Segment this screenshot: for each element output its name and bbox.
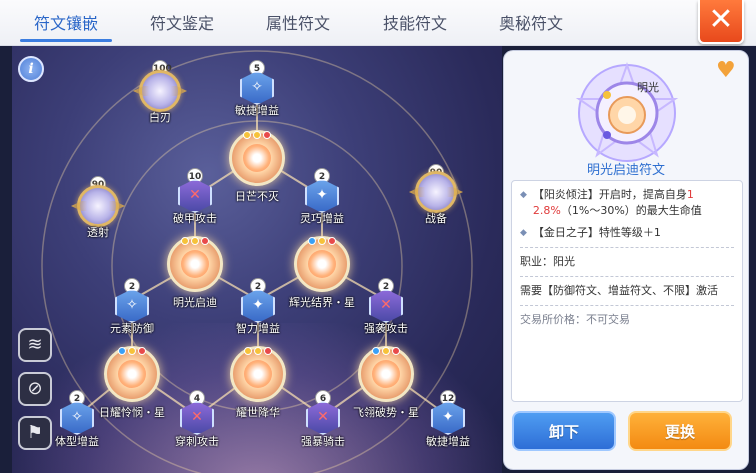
rune-icon bbox=[229, 130, 285, 186]
node-label: 元素防御 bbox=[110, 322, 154, 335]
diamond-icon: ◆ bbox=[520, 190, 527, 200]
node-label: 体型增益 bbox=[55, 435, 99, 448]
info-button[interactable]: i bbox=[18, 56, 44, 82]
divider bbox=[520, 247, 734, 248]
divider bbox=[520, 276, 734, 277]
node-label: 透射 bbox=[87, 226, 109, 239]
diamond-icon: ◆ bbox=[520, 228, 527, 238]
node-label: 灵巧增益 bbox=[300, 212, 344, 225]
node-label: 敏捷增益 bbox=[235, 104, 279, 117]
close-button[interactable]: ✕ bbox=[698, 0, 744, 44]
tab-attribute-rune[interactable]: 属性符文 bbox=[252, 10, 344, 36]
node-label: 日芒不灭 bbox=[235, 190, 279, 203]
node-label: 强袭攻击 bbox=[364, 322, 408, 335]
emblem-text: 明光 bbox=[637, 80, 659, 94]
rune-detail-panel: ♥ 明光 明光启迪符文 ◆ 【阳炎倾注】开启时，提高自身1 2.8%（1%～30%… bbox=[503, 50, 749, 470]
replace-button[interactable]: 更换 bbox=[628, 411, 732, 451]
rune-description: ◆ 【阳炎倾注】开启时，提高自身1 2.8%（1%～30%）的最大生命值 ◆ 【金… bbox=[511, 180, 743, 402]
bag-button[interactable]: ⚑ bbox=[18, 416, 52, 450]
node-label: 白刃 bbox=[149, 111, 171, 124]
rune-board: i 100 白刃 90 透射 90 战备 5 ✧ 敏捷增益 日芒不灭 10 ✕ … bbox=[12, 46, 502, 473]
disable-button[interactable]: ⊘ bbox=[18, 372, 52, 406]
node-label: 日耀怜悯・星 bbox=[99, 406, 165, 419]
node-label: 智力增益 bbox=[236, 322, 280, 335]
tab-bar: 符文镶嵌 符文鉴定 属性符文 技能符文 奥秘符文 ✕ bbox=[0, 0, 756, 46]
rune-icon bbox=[104, 346, 160, 402]
rune-icon bbox=[415, 171, 457, 213]
tab-skill-rune[interactable]: 技能符文 bbox=[369, 10, 461, 36]
rune-icon bbox=[77, 185, 119, 227]
rune-icon bbox=[139, 70, 181, 112]
job-text: 职业：阳光 bbox=[520, 255, 575, 268]
node-label: 强暴骑击 bbox=[301, 435, 345, 448]
trade-price: 交易所价格：不可交易 bbox=[520, 313, 630, 326]
rune-icon bbox=[167, 236, 223, 292]
divider bbox=[520, 305, 734, 306]
node-label: 飞翎破势・星 bbox=[353, 406, 419, 419]
rune-icon bbox=[230, 346, 286, 402]
requirement-text: 需要【防御符文、增益符文、不限】激活 bbox=[520, 284, 718, 297]
auto-inlay-button[interactable]: ≋ bbox=[18, 328, 52, 362]
node-label: 耀世降华 bbox=[236, 406, 280, 419]
rune-emblem: 明光 bbox=[575, 61, 679, 162]
node-label: 战备 bbox=[425, 212, 447, 225]
node-label: 敏捷增益 bbox=[426, 435, 470, 448]
node-label: 辉光结界・星 bbox=[289, 296, 355, 309]
tab-rune-inlay[interactable]: 符文镶嵌 bbox=[20, 10, 112, 42]
tab-rune-identify[interactable]: 符文鉴定 bbox=[136, 10, 228, 36]
node-label: 破甲攻击 bbox=[173, 212, 217, 225]
rune-icon bbox=[358, 346, 414, 402]
favorite-heart-icon[interactable]: ♥ bbox=[716, 60, 738, 82]
rune-icon bbox=[294, 236, 350, 292]
effect-2: 【金日之子】特性等级＋1 bbox=[532, 226, 661, 239]
tab-mystic-rune[interactable]: 奥秘符文 bbox=[485, 10, 577, 36]
effect-1: 【阳炎倾注】开启时，提高自身1 2.8%（1%～30%）的最大生命值 bbox=[532, 188, 702, 217]
node-label: 穿刺攻击 bbox=[175, 435, 219, 448]
node-label: 明光启迪 bbox=[173, 296, 217, 309]
unload-button[interactable]: 卸下 bbox=[512, 411, 616, 451]
rune-name: 明光启迪符文 bbox=[586, 163, 665, 178]
